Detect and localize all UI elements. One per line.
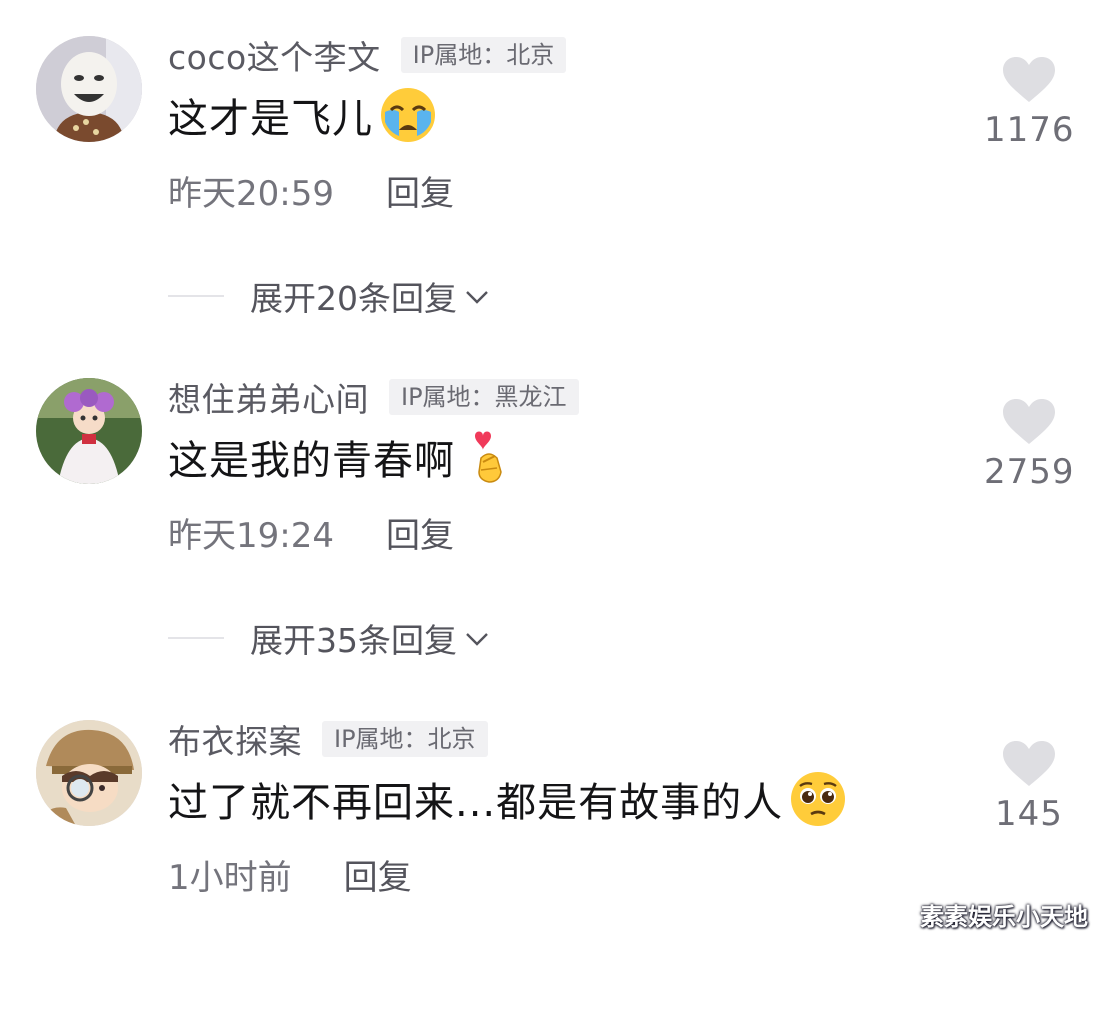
like-area: 1176: [984, 56, 1074, 150]
watermark: 素素娱乐小天地: [920, 903, 1088, 931]
ip-location-badge: IP属地：北京: [322, 721, 488, 757]
comment-time: 昨天19:24: [168, 516, 334, 556]
username[interactable]: 布衣探案: [168, 715, 302, 763]
username[interactable]: 想住弟弟心间: [168, 373, 369, 421]
reply-button[interactable]: 回复: [386, 508, 454, 557]
comment-text: 这才是飞儿: [168, 96, 373, 142]
chevron-down-icon[interactable]: [461, 622, 493, 654]
comment-text: 过了就不再回来...都是有故事的人: [168, 780, 784, 826]
divider: [168, 295, 224, 297]
avatar[interactable]: [36, 36, 142, 142]
comment-item: coco这个李文 IP属地：北京 这才是飞儿 昨天20:59 回复 展开20条回…: [0, 0, 1102, 342]
finger-heart-emoji: [461, 428, 519, 486]
crying-face-emoji: [379, 86, 437, 144]
heart-icon[interactable]: [984, 56, 1074, 104]
avatar[interactable]: [36, 720, 142, 826]
expand-replies-button[interactable]: 展开35条回复: [168, 614, 493, 662]
comment-item: 想住弟弟心间 IP属地：黑龙江 这是我的青春啊 昨天19:24 回复 展开35条…: [0, 342, 1102, 684]
like-area: 145: [984, 740, 1074, 834]
chevron-down-icon[interactable]: [461, 280, 493, 312]
heart-icon[interactable]: [984, 740, 1074, 788]
like-count: 1176: [984, 110, 1075, 150]
username[interactable]: coco这个李文: [168, 31, 381, 79]
comment-text: 这是我的青春啊: [168, 438, 455, 484]
like-area: 2759: [984, 398, 1074, 492]
heart-icon[interactable]: [984, 398, 1074, 446]
comment-time: 昨天20:59: [168, 174, 334, 214]
pleading-face-emoji: [789, 770, 847, 828]
reply-button[interactable]: 回复: [344, 850, 412, 899]
expand-replies-button[interactable]: 展开20条回复: [168, 272, 493, 320]
ip-location-badge: IP属地：黑龙江: [389, 379, 579, 415]
like-count: 145: [995, 794, 1063, 834]
like-count: 2759: [984, 452, 1075, 492]
avatar[interactable]: [36, 378, 142, 484]
reply-button[interactable]: 回复: [386, 166, 454, 215]
divider: [168, 637, 224, 639]
expand-replies-label[interactable]: 展开35条回复: [250, 614, 457, 662]
comment-time: 1小时前: [168, 858, 292, 898]
comment-item: 布衣探案 IP属地：北京 过了就不再回来...都是有故事的人 1小时前 回复 1…: [0, 684, 1102, 1026]
expand-replies-label[interactable]: 展开20条回复: [250, 272, 457, 320]
ip-location-badge: IP属地：北京: [400, 37, 567, 73]
